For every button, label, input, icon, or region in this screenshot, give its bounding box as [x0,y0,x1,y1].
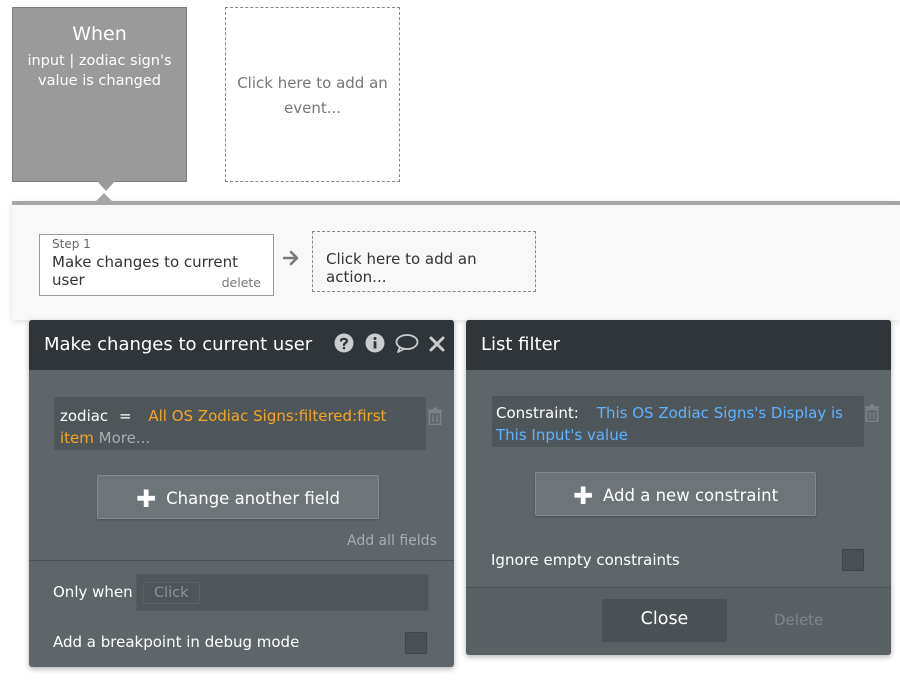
step-number-label: Step 1 [52,237,91,251]
panel-title: List filter [481,334,561,355]
ignore-empty-checkbox[interactable] [842,549,864,571]
section-divider [29,560,454,561]
ignore-empty-label: Ignore empty constraints [491,551,680,569]
help-icon[interactable] [334,333,354,353]
close-icon[interactable] [429,336,445,352]
change-another-field-button[interactable]: ✚ Change another field [97,475,379,519]
delete-button[interactable]: Delete [774,611,823,629]
constraint-label: Constraint: [496,404,579,422]
add-constraint-label: Add a new constraint [603,486,779,505]
event-card-when[interactable]: When input | zodiac sign's value is chan… [12,7,187,191]
arrow-right-icon [282,247,301,271]
add-event-button[interactable]: Click here to add an event... [225,7,400,182]
panel-header: Make changes to current user [29,320,454,370]
add-constraint-button[interactable]: ✚ Add a new constraint [535,472,816,516]
panel-header: List filter [466,320,891,370]
add-action-button[interactable]: Click here to add an action... [312,231,536,292]
only-when-placeholder[interactable]: Click [143,582,200,604]
event-condition: input | zodiac sign's value is changed [27,53,172,89]
constraint-row[interactable]: Constraint: This OS Zodiac Signs's Displa… [492,396,864,447]
field-name: zodiac [60,407,109,425]
plus-icon: ✚ [136,485,157,513]
close-button[interactable]: Close [602,599,727,642]
field-operator: = [118,407,132,425]
event-title: When [72,23,127,45]
field-assignment-row[interactable]: zodiac = All OS Zodiac Signs:filtered:fi… [54,397,426,450]
step-delete-link[interactable]: delete [222,275,261,290]
info-icon[interactable] [365,333,385,353]
only-when-input[interactable]: Click [136,574,429,611]
plus-icon: ✚ [572,482,594,510]
panel-title: Make changes to current user [44,334,313,355]
steps-bar-notch [95,193,113,202]
field-more-link[interactable]: More... [99,429,151,447]
change-another-field-label: Change another field [166,489,340,508]
event-pointer [97,181,115,191]
only-when-label: Only when [53,583,133,601]
breakpoint-label: Add a breakpoint in debug mode [53,633,300,651]
step-1-card[interactable]: Step 1 Make changes to current user dele… [39,234,274,296]
trash-icon[interactable] [864,404,880,422]
breakpoint-checkbox[interactable] [405,632,427,654]
add-all-fields-link[interactable]: Add all fields [347,533,437,549]
comment-icon[interactable] [395,333,419,353]
trash-icon[interactable] [427,407,443,425]
